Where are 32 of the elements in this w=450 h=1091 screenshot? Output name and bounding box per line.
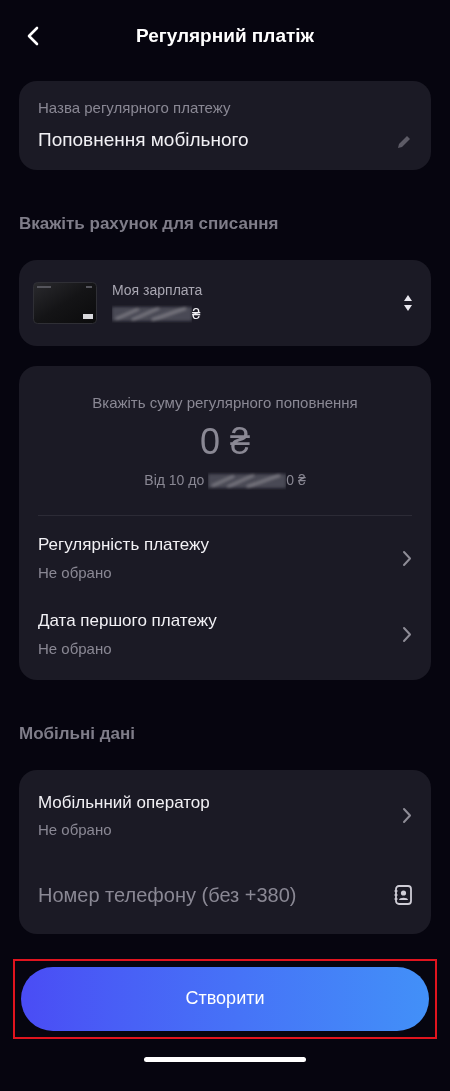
- field-value: Поповнення мобільного: [38, 127, 249, 152]
- currency-sign: ₴: [192, 303, 201, 324]
- screen-title: Регулярний платіж: [135, 23, 314, 48]
- row-value: Не обрано: [38, 562, 113, 583]
- payment-name-field[interactable]: Назва регулярного платежу Поповнення мобільного: [19, 81, 431, 170]
- contacts-icon: [394, 884, 412, 905]
- account-selector[interactable]: Моя зарплата ₴: [19, 259, 431, 346]
- amount-prompt: Вкажіть суму регулярного поповнення: [92, 392, 358, 413]
- chevron-right-icon: [402, 807, 412, 824]
- bank-card-drawing: [33, 281, 97, 324]
- schedule-row[interactable]: Дата першого платежу Не обрано: [38, 596, 412, 672]
- back-icon: [27, 26, 39, 46]
- amount-range-end: 0 ₴: [286, 471, 306, 490]
- account-name: Моя зарплата: [112, 280, 204, 300]
- operator-row[interactable]: Мобільнний оператор Не обрано: [38, 777, 412, 854]
- phone-input[interactable]: Номер телефону (без +380): [38, 879, 358, 910]
- field-label: Назва регулярного платежу: [38, 98, 232, 118]
- row-value: Не обрано: [38, 820, 113, 840]
- schedule-row[interactable]: Регулярність платежу Не обрано: [38, 520, 412, 596]
- section-title: Вкажіть рахунок для списання: [19, 213, 280, 235]
- up-down-icon: [403, 293, 413, 312]
- row-title: Мобільнний оператор: [38, 791, 210, 814]
- pencil-icon: [396, 134, 412, 150]
- row-title: Дата першого платежу: [38, 610, 217, 632]
- chevron-right-icon: [402, 625, 412, 643]
- amount-range: Від 10 до: [144, 471, 205, 490]
- create-button[interactable]: Створити: [21, 966, 429, 1031]
- section-title: Мобільні дані: [19, 723, 136, 745]
- row-title: Регулярність платежу: [38, 534, 210, 556]
- row-value: Не обрано: [38, 638, 113, 659]
- amount-input[interactable]: 0 ₴: [199, 420, 250, 464]
- chevron-right-icon: [402, 549, 412, 567]
